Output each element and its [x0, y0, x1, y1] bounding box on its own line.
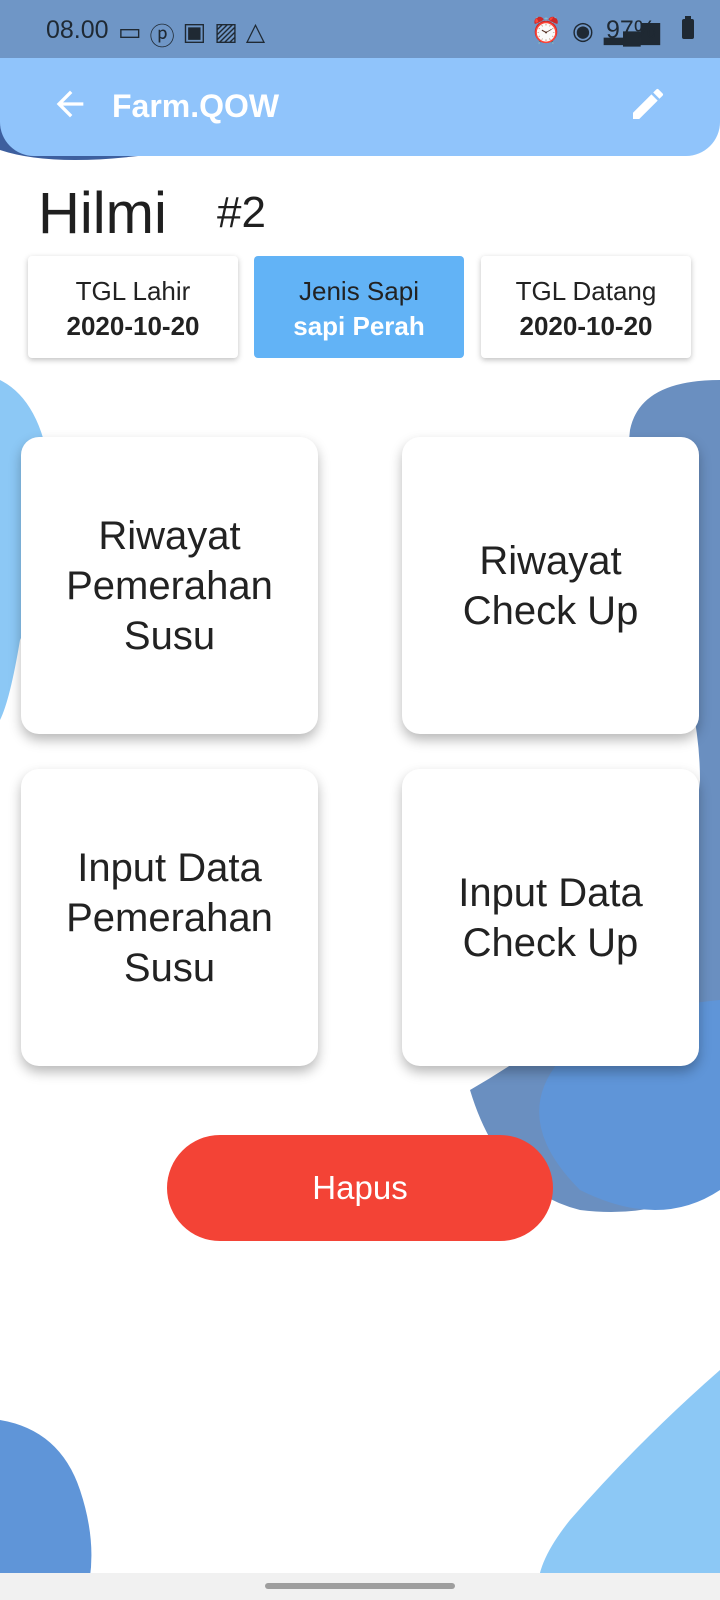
info-card-cow-type: Jenis Sapi sapi Perah — [254, 256, 464, 358]
card-label: Riwayat Check Up — [462, 538, 639, 633]
main-content: Hilmi #2 TGL Lahir 2020-10-20 Jenis Sapi… — [0, 0, 720, 1600]
info-value: 2020-10-20 — [66, 311, 200, 341]
input-checkup-card[interactable]: Input Data Check Up — [402, 769, 699, 1066]
card-label: Riwayat Pemerahan Susu — [66, 513, 273, 658]
info-label: TGL Datang — [515, 276, 657, 306]
info-label: Jenis Sapi — [299, 276, 419, 306]
input-milking-card[interactable]: Input Data Pemerahan Susu — [21, 769, 318, 1066]
home-gesture-handle[interactable] — [265, 1583, 455, 1589]
navigation-bar — [0, 1573, 720, 1600]
cow-name: Hilmi — [38, 181, 167, 246]
info-card-birth-date: TGL Lahir 2020-10-20 — [28, 256, 238, 358]
cow-number: #2 — [217, 188, 266, 237]
card-label: Input Data Pemerahan Susu — [66, 845, 273, 990]
checkup-history-card[interactable]: Riwayat Check Up — [402, 437, 699, 734]
info-value: 2020-10-20 — [519, 311, 653, 341]
info-label: TGL Lahir — [75, 276, 191, 306]
card-label: Input Data Check Up — [458, 870, 643, 965]
delete-button[interactable]: Hapus — [167, 1135, 553, 1241]
info-value: sapi Perah — [293, 311, 425, 341]
info-card-arrival-date: TGL Datang 2020-10-20 — [481, 256, 691, 358]
milking-history-card[interactable]: Riwayat Pemerahan Susu — [21, 437, 318, 734]
